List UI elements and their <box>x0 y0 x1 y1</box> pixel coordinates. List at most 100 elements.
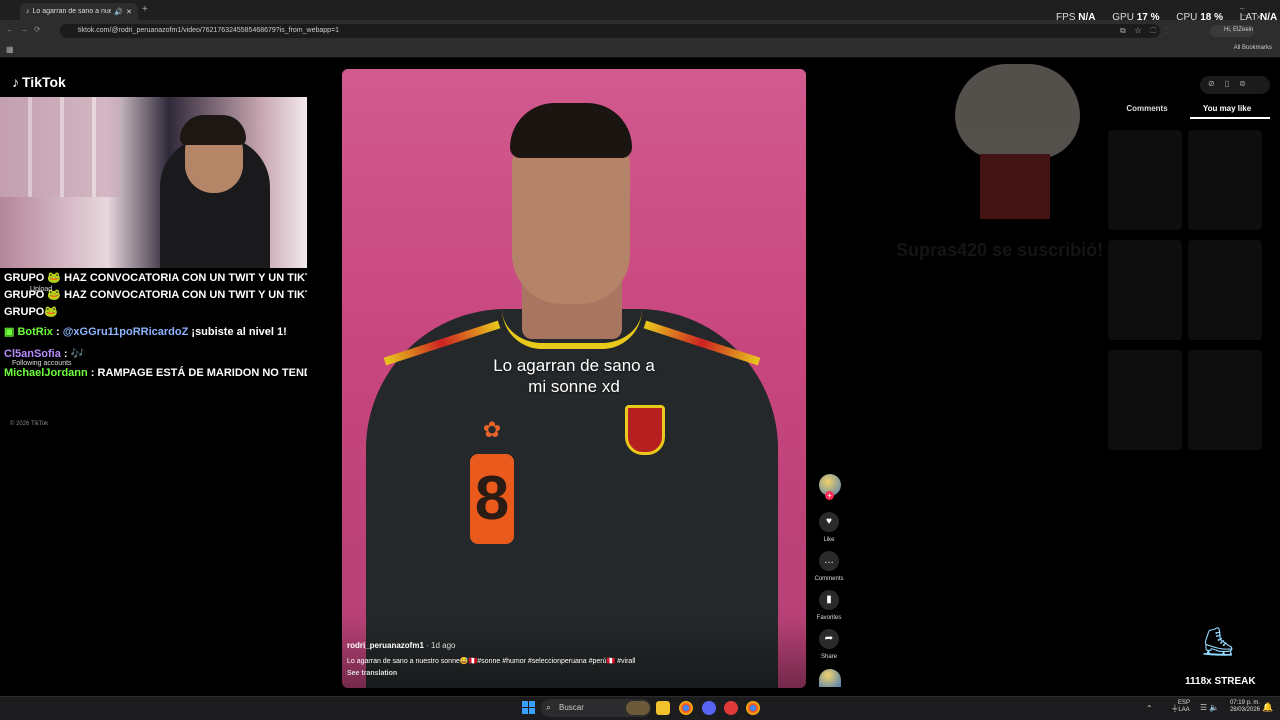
chat-text: ¡subiste al nivel 1! <box>191 326 287 338</box>
streak-counter: 1118x STREAK <box>1185 676 1256 687</box>
app-icon[interactable] <box>724 701 738 715</box>
player-hair <box>510 103 632 158</box>
recommended-video-card[interactable] <box>1108 130 1182 230</box>
share-button[interactable]: ➦ Share <box>812 629 846 660</box>
favorites-button[interactable]: ▮ Favorites <box>812 590 846 621</box>
caption-line: mi sonne xd <box>528 377 620 396</box>
like-label: Like <box>823 537 835 543</box>
following-accounts-link[interactable]: Following accounts <box>12 360 72 367</box>
chat-user: Cl5anSofia <box>4 348 61 360</box>
tiktok-favicon-icon: ♪ <box>26 8 30 15</box>
language-indicator[interactable]: ESP LAA <box>1178 700 1190 714</box>
taskbar-clock[interactable]: 07:19 p. m. 28/03/2026 <box>1226 700 1260 714</box>
chat-user: GRUPO <box>4 272 45 284</box>
streak-pixel-icon: ⛸ <box>1200 626 1236 657</box>
layout-code: LAA <box>1178 707 1190 713</box>
recommended-video-card[interactable] <box>1188 130 1262 230</box>
chat-message: Cl5anSofia : 🎶 <box>4 348 85 360</box>
post-time: · 1d ago <box>423 641 456 650</box>
recommended-video-card[interactable] <box>1108 350 1182 450</box>
chat-text: 🎶 <box>70 348 85 360</box>
author-name[interactable]: rodri_peruanazofm1 <box>347 641 424 650</box>
webcam-shelf <box>0 97 120 197</box>
chat-user: BotRix <box>17 326 53 338</box>
comment-icon: … <box>819 551 839 571</box>
profile-button[interactable]: Hi, ElZeein <box>1210 25 1254 37</box>
chat-emote: 🐸 <box>44 306 59 318</box>
url-bar[interactable]: tiktok.com/@rodri_peruanazofm1/video/762… <box>60 24 1160 38</box>
tab-you-may-like[interactable]: You may like <box>1192 104 1262 113</box>
share-label: Share <box>820 654 837 660</box>
file-explorer-icon[interactable] <box>656 701 670 715</box>
fpf-crest-icon <box>625 405 665 455</box>
chat-text: RAMPAGE ESTÁ DE MARIDON NO TENDR <box>97 367 307 379</box>
webcam-person-hair <box>180 115 246 145</box>
chat-emote: 🐸 <box>47 272 62 284</box>
recommended-video-card[interactable] <box>1188 350 1262 450</box>
bot-icon: ▣ <box>4 326 15 338</box>
windows-start-icon[interactable] <box>522 701 535 714</box>
chat-message: MichaelJordann : RAMPAGE ESTÁ DE MARIDON… <box>4 367 307 379</box>
clock-time: 07:19 p. m. <box>1229 700 1260 706</box>
recommended-video-card[interactable] <box>1108 240 1182 340</box>
tiktok-logo[interactable]: ♪ TikTok <box>12 74 66 90</box>
chat-user: MichaelJordann <box>4 367 88 379</box>
widget-icon[interactable] <box>626 701 650 715</box>
tab-close-button[interactable]: ✕ <box>126 8 132 16</box>
comments-label: Comments <box>814 576 844 582</box>
chat-mention: @xGGru11poRRicardoZ <box>62 326 189 338</box>
discord-icon[interactable] <box>702 701 716 715</box>
comments-button[interactable]: … Comments <box>812 551 846 582</box>
recommended-video-card[interactable] <box>1188 240 1262 340</box>
cat-face <box>955 64 1080 159</box>
video-player[interactable]: ✿ 8 Lo agarran de sano a mi sonne xd rod… <box>342 69 806 688</box>
active-tab-indicator <box>1190 117 1270 119</box>
chat-text: HAZ CONVOCATORIA CON UN TWIT Y UN TIKTO <box>64 272 307 284</box>
toolbar-icons[interactable]: ⧉☆⬚⋮ <box>1120 26 1176 36</box>
copyright: © 2026 TikTok <box>10 421 49 427</box>
like-button[interactable]: ♥ Like <box>812 512 846 543</box>
clock-date: 28/03/2026 <box>1229 707 1260 713</box>
bookmark-icon: ▮ <box>819 590 839 610</box>
see-translation-link[interactable]: See translation <box>347 670 397 677</box>
chat-message: ▣ BotRix : @xGGru11poRRicardoZ ¡subiste … <box>4 326 287 338</box>
tab-comments[interactable]: Comments <box>1120 104 1174 113</box>
video-caption-overlay: Lo agarran de sano a mi sonne xd <box>342 355 806 397</box>
video-bottom-gradient <box>342 618 806 688</box>
navigation-buttons[interactable]: ←→⟳ <box>6 25 47 34</box>
tiktok-note-icon: ♪ <box>12 74 19 90</box>
heart-icon: ♥ <box>819 512 839 532</box>
follow-plus-button[interactable]: + <box>825 491 834 500</box>
video-author[interactable]: rodri_peruanazofm1 · 1d ago <box>347 641 455 650</box>
jersey-collar <box>502 309 642 349</box>
favorites-label: Favorites <box>816 615 842 621</box>
browser-tab[interactable]: ♪ Lo agarran de sano a nuest 🔊 ✕ <box>20 3 138 20</box>
sound-avatar[interactable] <box>819 669 841 687</box>
share-icon: ➦ <box>819 629 839 649</box>
search-icon: ⌕ <box>546 702 552 712</box>
speaker-icon[interactable]: 🔊 <box>114 8 123 16</box>
language-code: ESP <box>1178 700 1191 706</box>
chrome-icon[interactable] <box>679 701 693 715</box>
chat-text: HAZ CONVOCATORIA CON UN TWIT Y UN TIKTO <box>64 289 307 301</box>
logo-text: TikTok <box>22 74 66 90</box>
right-panel-controls[interactable]: ⊘▯⊜ <box>1200 76 1270 94</box>
chat-overlay: GRUPO 🐸 HAZ CONVOCATORIA CON UN TWIT Y U… <box>0 268 307 388</box>
chat-message: GRUPO🐸 <box>4 305 58 318</box>
chrome-active-icon[interactable] <box>746 701 760 715</box>
cat-gift-overlay <box>945 44 1105 224</box>
streamer-webcam <box>0 97 307 268</box>
apps-grid-icon[interactable]: ▦ <box>6 45 14 54</box>
video-description[interactable]: Lo agarran de sano a nuestro sonne😅🇵🇪#so… <box>347 657 635 665</box>
notification-bell-icon[interactable]: 🔔 <box>1262 702 1273 713</box>
upload-link[interactable]: Upload <box>30 286 52 293</box>
subscription-alert: Supras420 se suscribió! <box>896 240 1104 260</box>
adidas-logo-icon: ✿ <box>482 417 502 442</box>
network-volume-icons[interactable]: ☰ 🔈 <box>1200 703 1219 712</box>
chat-message: GRUPO 🐸 HAZ CONVOCATORIA CON UN TWIT Y U… <box>4 271 307 284</box>
all-bookmarks-button[interactable]: All Bookmarks <box>1234 45 1272 51</box>
chat-user: GRUPO <box>4 306 45 318</box>
gift-box <box>980 154 1050 219</box>
caption-line: Lo agarran de sano a <box>493 356 655 375</box>
new-tab-button[interactable]: + <box>142 4 148 15</box>
